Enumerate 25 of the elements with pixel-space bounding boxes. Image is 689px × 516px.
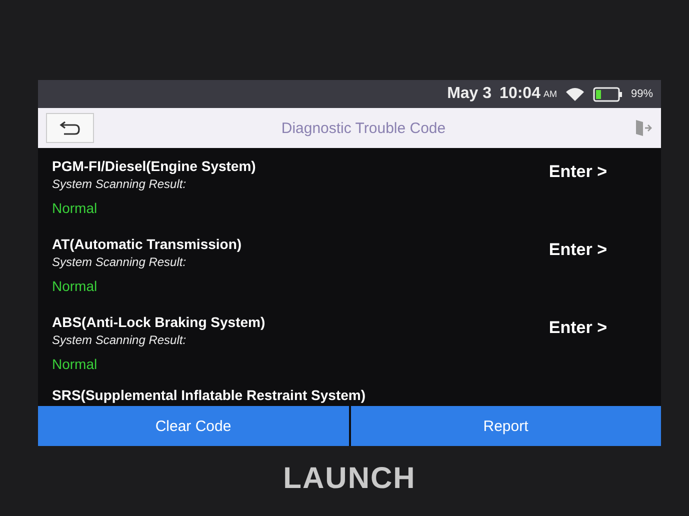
result-status: Normal [52, 200, 98, 216]
enter-link[interactable]: Enter > [548, 230, 647, 260]
enter-link[interactable]: Enter > [548, 308, 647, 338]
result-status: Normal [52, 278, 98, 294]
action-button[interactable]: Report [350, 406, 661, 446]
status-date: May 3 [447, 85, 492, 103]
enter-link[interactable]: Enter > [548, 152, 647, 182]
back-arrow-icon [58, 120, 82, 136]
result-label: System Scanning Result: [52, 255, 188, 269]
result-status: Normal [52, 356, 98, 372]
system-name: SRS(Supplemental Inflatable Restraint System) [52, 387, 366, 403]
result-label: System Scanning Result: [52, 177, 188, 191]
battery-percent: 99% [630, 88, 653, 100]
result-label: System Scanning Result: [52, 333, 188, 347]
action-button[interactable]: Clear Code [38, 406, 348, 446]
wifi-icon [564, 86, 585, 102]
system-name: AT(Automatic Transmission) [52, 236, 242, 252]
brand-logo: LAUNCH [282, 462, 417, 496]
window-title: Diagnostic Trouble Code [280, 120, 447, 136]
back-button[interactable] [46, 113, 94, 143]
status-time: 10:04 [500, 85, 540, 103]
status-ampm: AM [543, 89, 557, 99]
battery-icon [592, 86, 623, 102]
system-name: ABS(Anti-Lock Braking System) [52, 314, 266, 330]
system-name: PGM-FI/Diesel(Engine System) [52, 158, 256, 174]
